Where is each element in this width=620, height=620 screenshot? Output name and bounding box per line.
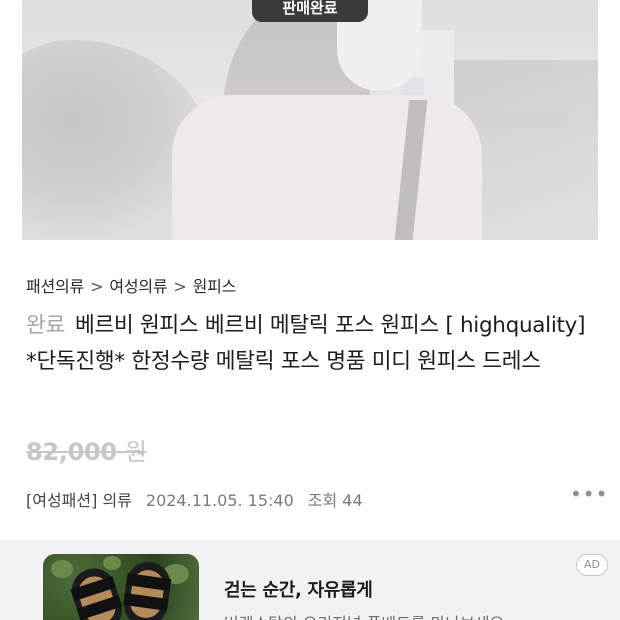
ad-thumbnail (43, 554, 199, 620)
more-horizontal-icon[interactable]: ••• (570, 482, 608, 506)
meta-category[interactable]: [여성패션] 의류 (26, 491, 132, 510)
price-unit: 원 (124, 438, 147, 466)
breadcrumb: 패션의류 > 여성의류 > 원피스 (26, 273, 236, 297)
sale-status: 완료 (26, 313, 65, 338)
breadcrumb-item[interactable]: 원피스 (193, 273, 237, 297)
ad-subtext: 버켄스탁의 오리지널 풋베드를 만나보세요 (224, 610, 504, 620)
sold-badge: 판매완료 (252, 0, 368, 22)
chevron-right-icon: > (173, 277, 187, 296)
product-meta: [여성패션] 의류 2024.11.05. 15:40 조회 44 (26, 487, 363, 511)
chevron-right-icon: > (90, 277, 104, 296)
product-title: 완료 베르비 원피스 베르비 메탈릭 포스 원피스 [ highquality] … (26, 308, 596, 380)
product-price: 82,000 원 (26, 432, 147, 467)
breadcrumb-item[interactable]: 패션의류 (26, 273, 84, 297)
meta-date: 2024.11.05. 15:40 (145, 491, 294, 510)
ad-banner[interactable]: 걷는 순간, 자유롭게 버켄스탁의 오리지널 풋베드를 만나보세요 AD (0, 540, 620, 620)
price-amount: 82,000 (26, 438, 117, 466)
ad-tag[interactable]: AD (576, 554, 608, 576)
breadcrumb-item[interactable]: 여성의류 (109, 273, 167, 297)
product-photo[interactable]: 판매완료 (22, 0, 598, 240)
sold-overlay (22, 0, 598, 240)
ad-sandal-left (66, 562, 128, 620)
meta-views: 조회 44 (307, 491, 363, 510)
product-title-text: 베르비 원피스 베르비 메탈릭 포스 원피스 [ highquality] *단… (26, 313, 586, 374)
ad-headline: 걷는 순간, 자유롭게 (224, 580, 373, 601)
